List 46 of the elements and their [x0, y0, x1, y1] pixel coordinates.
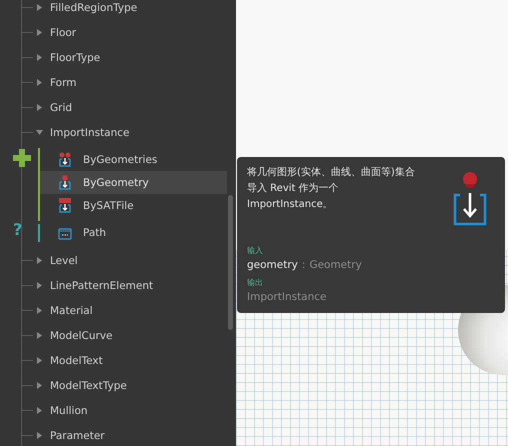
category-item[interactable]: Mullion: [50, 404, 88, 416]
node-item[interactable]: ByGeometry: [40, 171, 227, 194]
collapsed-arrow-icon[interactable]: [36, 79, 43, 86]
node-item[interactable]: ByGeometries: [40, 148, 227, 171]
import-geometry-icon: [58, 175, 72, 190]
collapsed-arrow-icon[interactable]: [36, 104, 43, 111]
collapsed-arrow-icon[interactable]: [36, 257, 43, 264]
sat-file-icon: [58, 198, 72, 213]
description-text: 将几何图形(实体、曲线、曲面等)集合导入 Revit 作为一个 ImportInstance。: [247, 166, 416, 212]
port-type: Geometry: [309, 259, 362, 271]
category-item[interactable]: Level: [50, 254, 78, 266]
category-item[interactable]: LinePatternElement: [50, 280, 154, 292]
scrollbar[interactable]: [228, 195, 233, 330]
category-item[interactable]: ModelText: [50, 354, 103, 366]
category-item[interactable]: ModelTextType: [50, 380, 127, 392]
node-item[interactable]: Path: [40, 224, 227, 242]
collapsed-arrow-icon[interactable]: [36, 29, 43, 36]
collapsed-arrow-icon[interactable]: [36, 332, 43, 339]
category-item[interactable]: ModelCurve: [50, 330, 113, 342]
folder-icon: [58, 226, 72, 240]
category-item[interactable]: Form: [50, 76, 76, 88]
collapsed-arrow-icon[interactable]: [36, 282, 43, 289]
section-label: 输入: [247, 245, 264, 256]
plus-icon: [13, 149, 31, 167]
category-item[interactable]: Grid: [50, 102, 72, 114]
port-separator: :: [302, 259, 306, 271]
import-geometries-icon: [58, 152, 72, 167]
collapsed-arrow-icon[interactable]: [36, 4, 43, 11]
port-name: geometry: [247, 259, 298, 271]
node-item[interactable]: BySATFile: [40, 194, 227, 217]
collapsed-arrow-icon[interactable]: [36, 382, 43, 389]
question-mark-icon[interactable]: ?: [13, 221, 22, 239]
port-type: ImportInstance: [247, 291, 327, 303]
expanded-arrow-icon[interactable]: [36, 129, 43, 136]
section-label: 输出: [247, 277, 264, 288]
category-item[interactable]: FilledRegionType: [50, 2, 138, 14]
collapsed-arrow-icon[interactable]: [36, 307, 43, 314]
category-item[interactable]: Material: [50, 304, 93, 316]
category-item[interactable]: Parameter: [50, 430, 105, 442]
collapsed-arrow-icon[interactable]: [36, 357, 43, 364]
collapsed-arrow-icon[interactable]: [36, 54, 43, 61]
collapsed-arrow-icon[interactable]: [36, 432, 43, 439]
category-item[interactable]: ImportInstance: [50, 126, 130, 138]
category-item[interactable]: Floor: [50, 26, 76, 38]
category-item[interactable]: FloorType: [50, 52, 100, 64]
collapsed-arrow-icon[interactable]: [36, 407, 43, 414]
